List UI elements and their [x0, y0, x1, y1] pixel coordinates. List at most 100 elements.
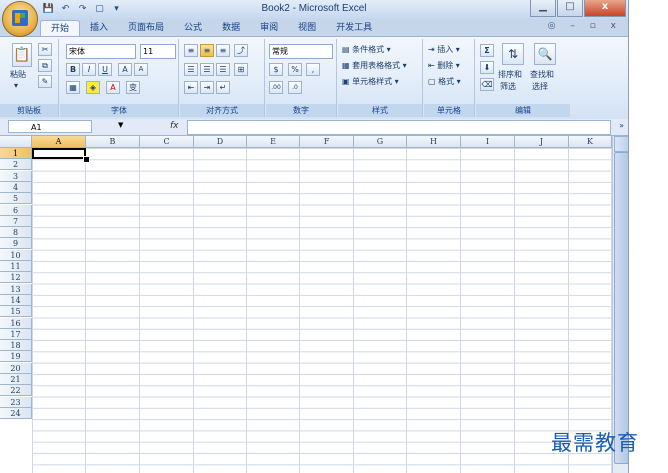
tab-view[interactable]: 视图: [288, 20, 326, 36]
row-header-1[interactable]: 1: [0, 148, 32, 159]
format-painter-icon[interactable]: ✎: [38, 75, 52, 88]
row-header-18[interactable]: 18: [0, 340, 32, 352]
border-icon[interactable]: ▦: [66, 81, 80, 94]
tab-data[interactable]: 数据: [212, 20, 250, 36]
row-header-2[interactable]: 2: [0, 159, 32, 171]
align-right-icon[interactable]: ☰: [216, 63, 230, 76]
delete-cells-button[interactable]: ⇤ 删除 ▾: [428, 60, 460, 71]
italic-icon[interactable]: I: [82, 63, 96, 76]
restore-button[interactable]: □: [557, 0, 583, 17]
align-middle-icon[interactable]: ≡: [200, 44, 214, 57]
fill-color-icon[interactable]: ◈: [86, 81, 100, 94]
bold-icon[interactable]: B: [66, 63, 80, 76]
format-as-table-button[interactable]: ▦ 套用表格格式 ▾: [342, 60, 407, 71]
sort-filter-label[interactable]: 排序和: [498, 69, 522, 80]
name-box-dropdown-icon[interactable]: ▼: [118, 121, 123, 129]
row-header-24[interactable]: 24: [0, 407, 32, 419]
scroll-up-icon[interactable]: [614, 136, 628, 152]
row-header-3[interactable]: 3: [0, 170, 32, 182]
fill-handle[interactable]: [83, 156, 90, 163]
column-header-g[interactable]: G: [354, 136, 407, 148]
align-bottom-icon[interactable]: ≡: [216, 44, 230, 57]
tab-page-layout[interactable]: 页面布局: [118, 20, 174, 36]
fill-icon[interactable]: ⬇: [480, 61, 494, 74]
row-header-22[interactable]: 22: [0, 385, 32, 397]
orientation-icon[interactable]: ⤴: [234, 44, 248, 57]
row-header-23[interactable]: 23: [0, 396, 32, 408]
sort-filter-label-2[interactable]: 筛选: [500, 81, 516, 92]
align-center-icon[interactable]: ☰: [200, 63, 214, 76]
row-header-9[interactable]: 9: [0, 238, 32, 250]
scroll-thumb[interactable]: [614, 152, 628, 464]
row-header-12[interactable]: 12: [0, 272, 32, 284]
column-header-i[interactable]: I: [461, 136, 515, 148]
expand-formula-bar-icon[interactable]: »: [619, 121, 624, 130]
sort-filter-icon[interactable]: ⇅: [502, 43, 524, 65]
find-select-label-2[interactable]: 选择: [532, 81, 548, 92]
cell-styles-button[interactable]: ▣ 单元格样式 ▾: [342, 76, 399, 87]
row-header-17[interactable]: 17: [0, 328, 32, 340]
find-select-icon[interactable]: 🔍: [534, 43, 556, 65]
comma-icon[interactable]: ,: [306, 63, 320, 76]
shrink-font-icon[interactable]: A: [134, 63, 148, 76]
row-header-11[interactable]: 11: [0, 261, 32, 272]
column-header-j[interactable]: J: [515, 136, 569, 148]
clear-icon[interactable]: ⌫: [480, 78, 494, 91]
currency-icon[interactable]: $: [269, 63, 283, 76]
close-button[interactable]: x: [584, 0, 626, 17]
cell-area[interactable]: [32, 148, 612, 473]
underline-icon[interactable]: U: [98, 63, 112, 76]
paste-dropdown-icon[interactable]: ▾: [14, 81, 18, 90]
paste-icon[interactable]: 📋: [12, 43, 32, 67]
copy-icon[interactable]: ⧉: [38, 59, 52, 72]
font-name-field[interactable]: 宋体: [66, 44, 136, 59]
align-top-icon[interactable]: ≡: [184, 44, 198, 57]
font-size-field[interactable]: 11: [140, 44, 176, 59]
phonetic-icon[interactable]: 变: [126, 81, 140, 94]
conditional-format-button[interactable]: ▤ 条件格式 ▾: [342, 44, 391, 55]
column-header-e[interactable]: E: [247, 136, 300, 148]
autosum-icon[interactable]: Σ: [480, 44, 494, 57]
number-format-field[interactable]: 常规: [269, 44, 333, 59]
office-button[interactable]: [2, 1, 38, 37]
cut-icon[interactable]: ✂: [38, 43, 52, 56]
wrap-text-icon[interactable]: ↵: [216, 81, 230, 94]
active-cell-a1[interactable]: [32, 148, 86, 159]
row-header-15[interactable]: 15: [0, 306, 32, 318]
select-all-corner[interactable]: [0, 136, 32, 148]
minimize-button[interactable]: ▁: [530, 0, 556, 17]
workbook-controls[interactable]: ◎ – ▫ x: [548, 21, 622, 31]
row-header-6[interactable]: 6: [0, 204, 32, 216]
font-color-icon[interactable]: A: [106, 81, 120, 94]
tab-review[interactable]: 审阅: [250, 20, 288, 36]
row-header-14[interactable]: 14: [0, 294, 32, 306]
column-header-d[interactable]: D: [194, 136, 247, 148]
tab-formulas[interactable]: 公式: [174, 20, 212, 36]
percent-icon[interactable]: %: [288, 63, 302, 76]
tab-home[interactable]: 开始: [40, 20, 81, 37]
row-header-21[interactable]: 21: [0, 374, 32, 385]
insert-function-icon[interactable]: fx: [170, 121, 179, 131]
find-select-label[interactable]: 查找和: [530, 69, 554, 80]
vertical-scrollbar[interactable]: [612, 136, 628, 473]
insert-cells-button[interactable]: ⇥ 插入 ▾: [428, 44, 460, 55]
decrease-decimal-icon[interactable]: .0: [288, 81, 302, 94]
row-header-7[interactable]: 7: [0, 215, 32, 227]
formula-input[interactable]: [187, 120, 611, 135]
grow-font-icon[interactable]: A: [118, 63, 132, 76]
column-header-c[interactable]: C: [140, 136, 194, 148]
row-header-10[interactable]: 10: [0, 249, 32, 261]
tab-developer[interactable]: 开发工具: [326, 20, 382, 36]
column-header-k[interactable]: K: [569, 136, 612, 148]
row-header-20[interactable]: 20: [0, 362, 32, 374]
align-left-icon[interactable]: ☰: [184, 63, 198, 76]
column-header-b[interactable]: B: [86, 136, 140, 148]
column-header-f[interactable]: F: [300, 136, 354, 148]
merge-center-icon[interactable]: ⊞: [234, 63, 248, 76]
row-header-13[interactable]: 13: [0, 283, 32, 295]
name-box[interactable]: A1: [8, 120, 92, 133]
column-header-a[interactable]: A: [32, 136, 86, 148]
decrease-indent-icon[interactable]: ⇤: [184, 81, 198, 94]
increase-decimal-icon[interactable]: .00: [269, 81, 283, 94]
column-header-h[interactable]: H: [407, 136, 461, 148]
